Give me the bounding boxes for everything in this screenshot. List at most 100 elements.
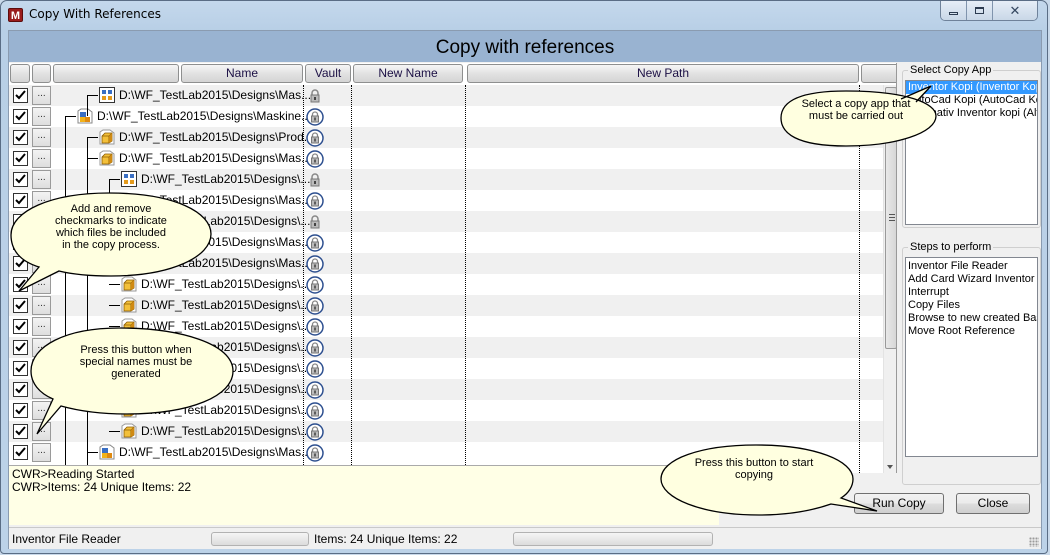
special-name-button[interactable]: ... xyxy=(32,149,51,168)
tree-trunk-line xyxy=(65,116,66,473)
step-item[interactable]: Move Root Reference xyxy=(906,325,1037,338)
special-name-button[interactable]: ... xyxy=(32,401,51,420)
include-checkbox[interactable] xyxy=(13,340,28,355)
resize-grip[interactable] xyxy=(1029,537,1039,547)
copy-app-item[interactable]: AutoCad Kopi (AutoCad Kopi) xyxy=(906,94,1037,107)
minimize-button[interactable] xyxy=(941,1,967,20)
maximize-icon xyxy=(975,7,984,14)
table-row[interactable]: ... D:\WF_TestLab2015\Designs\Mas... xyxy=(9,148,883,169)
maximize-button[interactable] xyxy=(967,1,993,20)
tree-trunk-line xyxy=(87,137,88,473)
include-checkbox[interactable] xyxy=(13,214,28,229)
column-header-new-name[interactable]: New Name xyxy=(353,64,463,83)
status-progress-bar-1 xyxy=(211,532,309,546)
special-name-button[interactable]: ... xyxy=(32,338,51,357)
include-checkbox[interactable] xyxy=(13,298,28,313)
include-checkbox[interactable] xyxy=(13,382,28,397)
special-name-button[interactable]: ... xyxy=(32,254,51,273)
references-grid: Name Vault New Name New Path ... D:\WF_Te… xyxy=(9,63,897,473)
column-header-action[interactable] xyxy=(32,64,51,83)
column-header-check[interactable] xyxy=(10,64,30,83)
special-name-button[interactable]: ... xyxy=(32,296,51,315)
include-checkbox[interactable] xyxy=(13,151,28,166)
part-icon xyxy=(99,150,115,166)
include-checkbox[interactable] xyxy=(13,88,28,103)
include-checkbox[interactable] xyxy=(13,193,28,208)
table-row[interactable]: ... D:\WF_TestLab2015\Designs\... xyxy=(9,400,883,421)
part-icon xyxy=(121,297,137,313)
copy-app-listbox[interactable]: Inventor Kopi (Inventor Kopi) AutoCad Kop… xyxy=(905,80,1038,225)
include-checkbox[interactable] xyxy=(13,445,28,460)
column-header-name[interactable]: Name xyxy=(181,64,303,83)
close-button[interactable]: Close xyxy=(956,493,1030,514)
table-row[interactable]: ... D:\WF_TestLab2015\Designs\... xyxy=(9,421,883,442)
special-name-button[interactable]: ... xyxy=(32,191,51,210)
include-checkbox[interactable] xyxy=(13,403,28,418)
special-name-button[interactable]: ... xyxy=(32,359,51,378)
include-checkbox[interactable] xyxy=(13,130,28,145)
special-name-button[interactable]: ... xyxy=(32,170,51,189)
special-name-button[interactable]: ... xyxy=(32,212,51,231)
run-copy-button[interactable]: Run Copy xyxy=(854,493,944,514)
special-name-button[interactable]: ... xyxy=(32,380,51,399)
minimize-icon xyxy=(949,11,958,15)
select-copy-app-label: Select Copy App xyxy=(908,64,994,76)
tree-connector xyxy=(109,179,120,180)
scroll-down-arrow-icon[interactable] xyxy=(887,465,893,469)
tree-connector xyxy=(109,305,120,306)
checkmark-icon xyxy=(15,363,26,373)
include-checkbox[interactable] xyxy=(13,361,28,376)
checkmark-icon xyxy=(15,153,26,163)
table-row[interactable]: ... D:\WF_TestLab2015\Designs\... xyxy=(9,379,883,400)
table-row[interactable]: ... D:\WF_TestLab2015\Designs\... xyxy=(9,274,883,295)
column-header-new-path[interactable]: New Path xyxy=(467,64,859,83)
tree-connector xyxy=(109,389,120,390)
checkmark-icon xyxy=(15,174,26,184)
include-checkbox[interactable] xyxy=(13,172,28,187)
step-item[interactable]: Interrupt xyxy=(906,286,1037,299)
table-row[interactable]: ... D:\WF_TestLab2015\Designs\Mas... xyxy=(9,253,883,274)
special-name-button[interactable]: ... xyxy=(32,86,51,105)
step-item[interactable]: Add Card Wizard Inventor F xyxy=(906,273,1037,286)
special-name-button[interactable]: ... xyxy=(32,422,51,441)
include-checkbox[interactable] xyxy=(13,424,28,439)
steps-listbox[interactable]: Inventor File Reader Add Card Wizard Inve… xyxy=(905,257,1038,457)
special-name-button[interactable]: ... xyxy=(32,233,51,252)
special-name-button[interactable]: ... xyxy=(32,317,51,336)
lock-circle-icon xyxy=(306,255,324,273)
drawing-icon xyxy=(121,171,137,187)
table-row[interactable]: ... D:\WF_TestLab2015\Designs\Prod... xyxy=(9,127,883,148)
log-output[interactable]: CWR>Reading Started CWR>Items: 24 Unique… xyxy=(9,465,719,525)
step-item[interactable]: Browse to new created Bas xyxy=(906,312,1037,325)
table-row[interactable]: ... D:\WF_TestLab2015\Designs\Maskine... xyxy=(9,106,883,127)
table-row[interactable]: ... D:\WF_TestLab2015\Designs\... xyxy=(9,295,883,316)
include-checkbox[interactable] xyxy=(13,109,28,124)
scrollbar-thumb[interactable] xyxy=(885,87,896,349)
include-checkbox[interactable] xyxy=(13,235,28,250)
close-window-button[interactable]: ✕ xyxy=(993,1,1037,20)
copy-app-item[interactable]: Inventor Kopi (Inventor Kopi) xyxy=(906,81,1037,94)
special-name-button[interactable]: ... xyxy=(32,275,51,294)
copy-app-item[interactable]: Alternativ Inventor kopi (Alternativ) xyxy=(906,107,1037,120)
column-header-tree[interactable] xyxy=(53,64,179,83)
special-name-button[interactable]: ... xyxy=(32,443,51,462)
column-header-extra[interactable] xyxy=(861,64,896,83)
checkmark-icon xyxy=(15,405,26,415)
special-name-button[interactable]: ... xyxy=(32,107,51,126)
special-name-button[interactable]: ... xyxy=(32,128,51,147)
include-checkbox[interactable] xyxy=(13,256,28,271)
include-checkbox[interactable] xyxy=(13,277,28,292)
tree-connector xyxy=(109,410,120,411)
grid-vertical-scrollbar[interactable] xyxy=(883,85,896,473)
step-item[interactable]: Inventor File Reader xyxy=(906,260,1037,273)
steps-to-perform-group: Steps to perform Inventor File Reader Add… xyxy=(902,241,1041,485)
part-icon xyxy=(121,402,137,418)
table-row[interactable]: ... D:\WF_TestLab2015\Designs\Mas... xyxy=(9,85,883,106)
tree-connector xyxy=(87,158,98,159)
table-row[interactable]: ... D:\WF_TestLab2015\Designs\... xyxy=(9,169,883,190)
column-header-vault[interactable]: Vault xyxy=(305,64,351,83)
title-bar[interactable]: M Copy With References ✕ xyxy=(1,1,1047,29)
table-row[interactable]: ... D:\WF_TestLab2015\Designs\... xyxy=(9,316,883,337)
step-item[interactable]: Copy Files xyxy=(906,299,1037,312)
include-checkbox[interactable] xyxy=(13,319,28,334)
